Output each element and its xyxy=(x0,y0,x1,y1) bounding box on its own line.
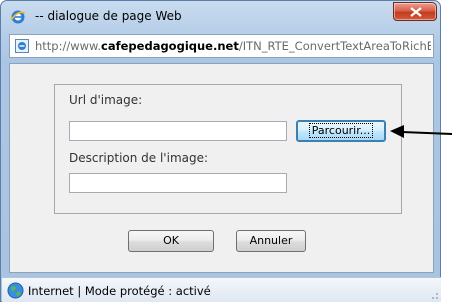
ok-button[interactable]: OK xyxy=(128,230,214,252)
form-group: Url d'image: Parcourir... Description de… xyxy=(54,84,402,214)
url-prefix: http://www. xyxy=(35,39,102,53)
description-label: Description de l'image: xyxy=(69,151,209,165)
globe-icon xyxy=(7,282,24,299)
url-text: http://www.cafepedagogique.net/ITN_RTE_C… xyxy=(35,39,431,53)
status-bar: Internet | Mode protégé : activé xyxy=(2,277,441,302)
url-path: /ITN_RTE_ConvertTextAreaToRichEd xyxy=(238,39,431,53)
close-icon xyxy=(410,7,422,17)
address-bar: http://www.cafepedagogique.net/ITN_RTE_C… xyxy=(9,34,434,58)
title-bar[interactable]: -- dialogue de page Web xyxy=(1,1,442,33)
dialog-content: Url d'image: Parcourir... Description de… xyxy=(9,63,434,273)
page-icon xyxy=(14,38,30,54)
ie-icon xyxy=(10,9,26,25)
browse-label: Parcourir... xyxy=(308,123,374,138)
image-url-input[interactable] xyxy=(69,121,287,141)
resize-grip-icon[interactable] xyxy=(429,290,439,300)
browse-button[interactable]: Parcourir... xyxy=(296,120,386,142)
status-text: Internet | Mode protégé : activé xyxy=(28,284,211,298)
url-domain: cafepedagogique.net xyxy=(101,39,239,53)
dialog-window: -- dialogue de page Web http://www.cafep… xyxy=(0,0,441,302)
window-title: -- dialogue de page Web xyxy=(35,9,182,23)
image-url-label: Url d'image: xyxy=(69,93,143,107)
cancel-button[interactable]: Annuler xyxy=(236,230,306,252)
close-button[interactable] xyxy=(393,2,437,21)
arrow-pointer-icon xyxy=(390,125,453,138)
description-input[interactable] xyxy=(69,173,287,193)
